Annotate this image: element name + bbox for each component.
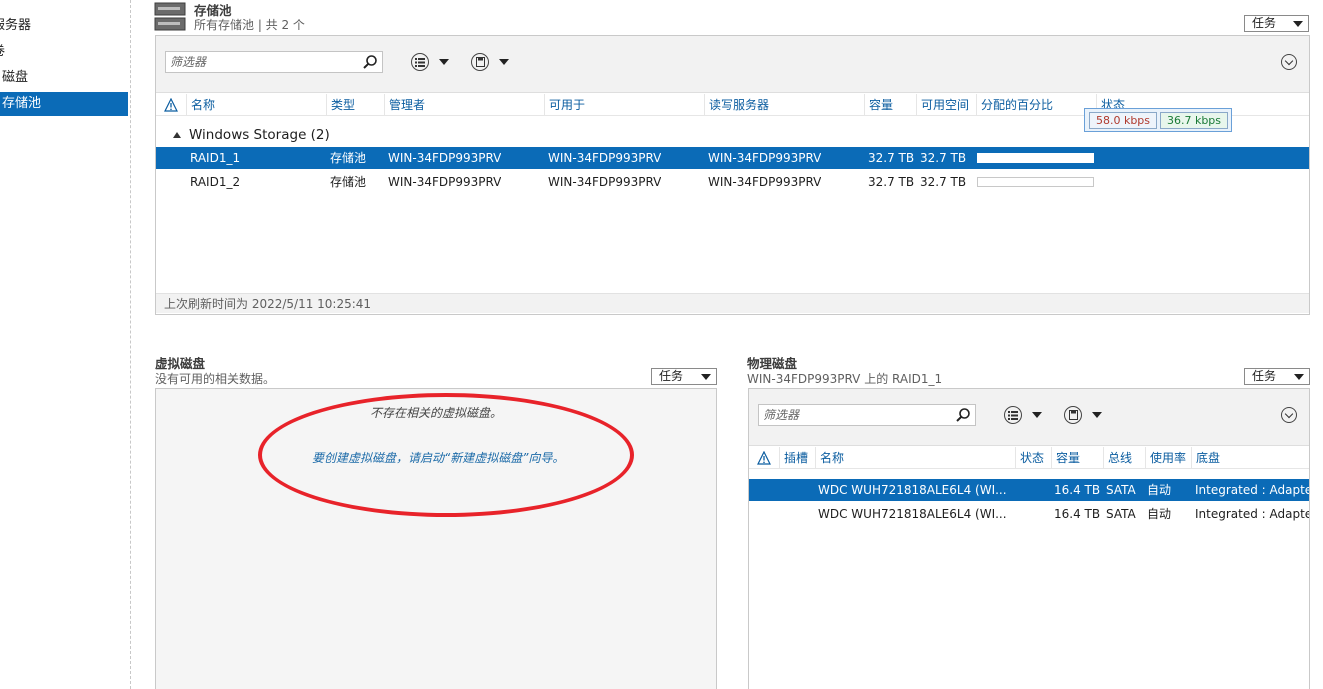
column-header-managed-by[interactable]: 管理者 — [384, 94, 544, 116]
chevron-down-icon — [1032, 412, 1042, 418]
column-header-chassis[interactable]: 底盘 — [1191, 447, 1309, 469]
cell-capacity: 32.7 TB — [868, 175, 915, 189]
column-header-status[interactable]: 状态 — [1015, 447, 1051, 469]
cell-rw-server: WIN-34FDP993PRV — [708, 175, 822, 189]
column-header-capacity[interactable]: 容量 — [1051, 447, 1103, 469]
cell-chassis: Integrated : Adapter — [1195, 483, 1310, 497]
cell-name: WDC WUH721818ALE6L4 (WI... — [818, 483, 1007, 497]
expand-toggle-icon[interactable] — [1281, 407, 1297, 423]
storage-pools-subtitle: 所有存储池 | 共 2 个 — [194, 18, 305, 32]
cell-free-space: 32.7 TB — [920, 151, 967, 165]
column-header-bus[interactable]: 总线 — [1103, 447, 1145, 469]
table-row[interactable]: RAID1_2 存储池 WIN-34FDP993PRV WIN-34FDP993… — [156, 171, 1309, 193]
view-list-button[interactable] — [411, 52, 451, 72]
left-nav: 服务器 卷 磁盘 存储池 — [0, 0, 131, 689]
cell-usage: 自动 — [1147, 483, 1172, 497]
physical-disks-tasks-button[interactable]: 任务 — [1244, 368, 1310, 385]
column-header-rw-server[interactable]: 读写服务器 — [704, 94, 864, 116]
annotation-ellipse — [258, 393, 634, 517]
cell-rw-server: WIN-34FDP993PRV — [708, 151, 822, 165]
floppy-icon — [476, 57, 485, 67]
column-header-free-space[interactable]: 可用空间 — [916, 94, 976, 116]
cell-bus: SATA — [1106, 507, 1136, 521]
storage-pool-icon — [154, 2, 186, 31]
physical-disks-toolbar: 筛选器 — [749, 389, 1309, 446]
allocation-bar — [977, 153, 1094, 163]
storage-pools-toolbar: 筛选器 — [156, 36, 1309, 93]
storage-pools-filter-input[interactable]: 筛选器 — [165, 51, 383, 73]
table-row[interactable]: WDC WUH721818ALE6L4 (WI... 16.4 TB SATA … — [749, 479, 1309, 501]
network-speed-meter: 58.0 kbps 36.7 kbps — [1084, 108, 1232, 132]
nav-item-disks[interactable]: 磁盘 — [2, 66, 28, 90]
physical-disks-table-header: 插槽 名称 状态 容量 总线 使用率 底盘 — [749, 447, 1309, 469]
cell-type: 存储池 — [330, 175, 367, 189]
save-query-button[interactable] — [471, 52, 511, 72]
cell-managed-by: WIN-34FDP993PRV — [388, 175, 502, 189]
search-icon[interactable] — [362, 54, 378, 70]
list-lines-icon — [1008, 411, 1018, 420]
chevron-down-icon — [1092, 412, 1102, 418]
cell-usage: 自动 — [1147, 507, 1172, 521]
column-header-type[interactable]: 类型 — [326, 94, 384, 116]
cell-chassis: Integrated : Adapter — [1195, 507, 1310, 521]
column-header-name[interactable]: 名称 — [815, 447, 1015, 469]
storage-pools-panel: 筛选器 名称 类型 管理者 可用于 读写服务器 容量 可用空间 分配的百分比 状… — [155, 35, 1310, 315]
nav-item-storage-pools[interactable]: 存储池 — [0, 92, 128, 116]
cell-available-to: WIN-34FDP993PRV — [548, 175, 662, 189]
cell-type: 存储池 — [330, 151, 367, 165]
upload-speed: 36.7 kbps — [1160, 112, 1228, 129]
cell-name: RAID1_2 — [190, 175, 241, 189]
nav-item-volumes[interactable]: 卷 — [0, 40, 5, 64]
storage-pools-tasks-button[interactable]: 任务 — [1244, 15, 1309, 32]
view-list-button[interactable] — [1004, 405, 1044, 425]
table-row[interactable]: WDC WUH721818ALE6L4 (WI... 16.4 TB SATA … — [749, 503, 1309, 525]
group-header-windows-storage[interactable]: Windows Storage (2) — [189, 127, 330, 143]
allocation-bar — [977, 177, 1094, 187]
warning-icon — [757, 451, 771, 465]
chevron-down-icon — [499, 59, 509, 65]
chevron-down-icon — [701, 374, 711, 380]
search-icon[interactable] — [955, 407, 971, 423]
chevron-down-icon — [1293, 21, 1303, 27]
chevron-down-icon — [439, 59, 449, 65]
column-header-usage[interactable]: 使用率 — [1145, 447, 1191, 469]
last-refresh-status: 上次刷新时间为 2022/5/11 10:25:41 — [156, 293, 1309, 313]
table-row[interactable]: RAID1_1 存储池 WIN-34FDP993PRV WIN-34FDP993… — [156, 147, 1309, 169]
nav-item-servers[interactable]: 服务器 — [0, 14, 31, 38]
column-header-slot[interactable]: 插槽 — [779, 447, 815, 469]
save-query-button[interactable] — [1064, 405, 1104, 425]
physical-disks-panel: 筛选器 插槽 名称 状态 容量 总线 使用率 底盘 WDC WUH721818A… — [748, 388, 1310, 689]
cell-capacity: 16.4 TB — [1054, 483, 1101, 497]
chevron-down-icon — [1294, 374, 1304, 380]
cell-name: WDC WUH721818ALE6L4 (WI... — [818, 507, 1007, 521]
warning-icon — [164, 98, 178, 112]
virtual-disks-tasks-button[interactable]: 任务 — [651, 368, 717, 385]
column-header-name[interactable]: 名称 — [186, 94, 326, 116]
download-speed: 58.0 kbps — [1089, 112, 1157, 129]
column-header-available-to[interactable]: 可用于 — [544, 94, 704, 116]
physical-disks-subtitle: WIN-34FDP993PRV 上的 RAID1_1 — [747, 372, 943, 386]
expand-toggle-icon[interactable] — [1281, 54, 1297, 70]
physical-disks-filter-input[interactable]: 筛选器 — [758, 404, 976, 426]
column-header-capacity[interactable]: 容量 — [864, 94, 916, 116]
list-lines-icon — [415, 58, 425, 67]
collapse-group-icon[interactable] — [173, 132, 181, 138]
floppy-icon — [1069, 410, 1078, 420]
cell-free-space: 32.7 TB — [920, 175, 967, 189]
cell-bus: SATA — [1106, 483, 1136, 497]
cell-capacity: 32.7 TB — [868, 151, 915, 165]
cell-capacity: 16.4 TB — [1054, 507, 1101, 521]
virtual-disks-subtitle: 没有可用的相关数据。 — [155, 372, 276, 386]
cell-name: RAID1_1 — [190, 151, 241, 165]
column-header-allocated-percent[interactable]: 分配的百分比 — [976, 94, 1096, 116]
cell-available-to: WIN-34FDP993PRV — [548, 151, 662, 165]
cell-managed-by: WIN-34FDP993PRV — [388, 151, 502, 165]
